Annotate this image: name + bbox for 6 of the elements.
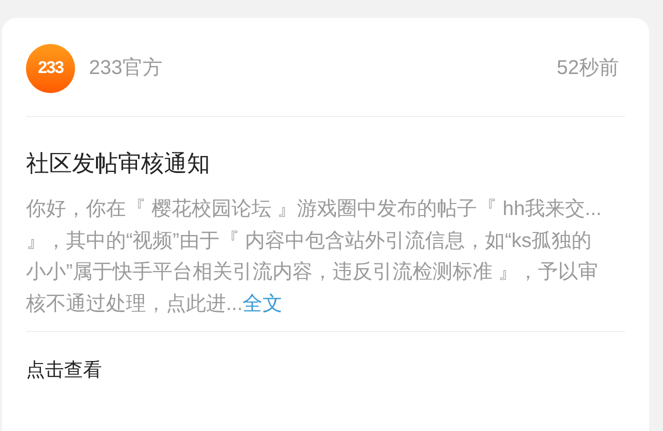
notice-title: 社区发帖审核通知 bbox=[26, 149, 211, 178]
sender-name: 233官方 bbox=[89, 56, 162, 81]
notice-body: 你好，你在『 樱花校园论坛 』游戏圈中发布的帖子『 hh我来交... 』，其中的“视频”由于『 内容中包含站外引流信息，如“ks孤独的小小”属于快手平台相关引流内容，违反引流检测标准 』，予以审核不通过处理，点此进...全文 bbox=[26, 197, 603, 316]
view-button[interactable]: 点击查看 bbox=[26, 357, 102, 386]
avatar-logo: 233 bbox=[26, 44, 75, 92]
time-ago: 52秒前 bbox=[556, 56, 619, 81]
